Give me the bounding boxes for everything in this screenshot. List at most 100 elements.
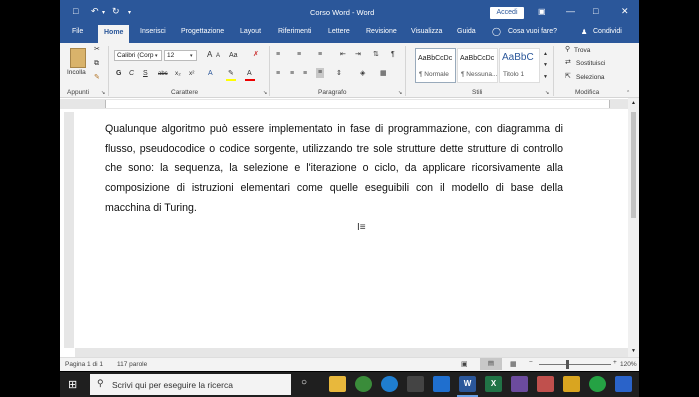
tab-home[interactable]: Home [98,25,130,43]
word-count[interactable]: 117 parole [117,361,147,368]
bullets-icon[interactable]: ≡ [276,51,280,59]
change-case-button[interactable]: Aa [229,52,238,60]
bold-button[interactable]: G [116,70,121,78]
whatsapp-icon[interactable] [589,376,606,392]
horizontal-ruler[interactable] [60,99,639,109]
paste-icon[interactable] [70,48,86,68]
font-color-icon[interactable]: A [247,70,252,78]
tab-layout[interactable]: Layout [240,28,261,35]
excel-icon[interactable]: X [485,376,502,392]
replace-icon[interactable]: ⇄ [565,59,571,67]
tell-me-box[interactable]: Cosa vuoi fare? [508,28,557,35]
superscript-button[interactable]: x² [189,70,194,78]
sign-in-button[interactable]: Accedi [490,7,524,19]
customize-toolbar-icon[interactable]: ▾ [128,9,131,16]
borders-icon[interactable]: ▦ [380,70,387,78]
close-icon[interactable]: ✕ [621,6,629,17]
copy-icon[interactable]: ⧉ [94,60,99,68]
onenote-icon[interactable] [511,376,528,392]
tab-mailings[interactable]: Lettere [328,28,350,35]
tab-references[interactable]: Riferimenti [278,28,311,35]
scroll-up-icon[interactable]: ▲ [631,100,636,106]
scroll-down-icon[interactable]: ▼ [631,348,636,354]
zoom-out-icon[interactable]: − [529,359,533,366]
line-spacing-icon[interactable]: ⇕ [336,70,342,78]
styles-launcher-icon[interactable]: ↘ [545,89,549,97]
task-view-icon[interactable]: ○ [301,377,307,388]
underline-button[interactable]: S [143,70,148,78]
powerpoint-icon[interactable] [537,376,554,392]
paragraph-launcher-icon[interactable]: ↘ [398,89,402,97]
tab-file[interactable]: File [72,28,83,35]
select-icon[interactable]: ⇱ [565,73,571,81]
file-explorer-icon[interactable] [329,376,346,392]
sort-icon[interactable]: ⇅ [373,51,379,59]
windows-start-icon[interactable]: ⊞ [68,378,77,391]
align-left-icon[interactable]: ≡ [276,70,280,78]
tab-review[interactable]: Revisione [366,28,397,35]
tab-insert[interactable]: Inserisci [140,28,166,35]
app-icon[interactable] [615,376,632,392]
page-count[interactable]: Pagina 1 di 1 [65,361,103,368]
edge-icon[interactable] [381,376,398,392]
ribbon-display-icon[interactable]: ▣ [538,7,546,16]
zoom-in-icon[interactable]: + [613,359,617,366]
scrollbar-thumb[interactable] [631,112,636,218]
taskbar-search[interactable]: ⚲ Scrivi qui per eseguire la ricerca [90,374,291,395]
styles-up-icon[interactable]: ▲ [543,50,548,58]
chevron-down-icon[interactable]: ▾ [102,9,105,16]
justify-icon[interactable]: ≡ [316,68,325,78]
tab-design[interactable]: Progettazione [181,28,224,35]
format-painter-icon[interactable]: ✎ [94,74,100,82]
style-heading-1[interactable]: AaBbC Titolo 1 [499,48,540,83]
read-mode-icon[interactable]: ▣ [461,360,468,368]
paste-button[interactable]: Incolla [67,69,86,77]
text-effects-icon[interactable]: A [208,70,213,78]
share-button[interactable]: Condividi [593,28,622,35]
chevron-down-icon[interactable]: ▾ [190,52,193,60]
zoom-slider-thumb[interactable] [566,360,569,369]
grow-font-button[interactable]: A [207,51,212,59]
cut-icon[interactable]: ✂ [94,46,100,54]
tab-help[interactable]: Guida [457,28,476,35]
vertical-scrollbar[interactable]: ▲ ▼ [628,98,639,357]
web-layout-icon[interactable]: ▦ [510,360,517,368]
sticky-notes-icon[interactable] [563,376,580,392]
strikethrough-button[interactable]: abc [158,70,168,78]
redo-icon[interactable]: ↻ [112,6,120,17]
styles-more-icon[interactable]: ▼ [543,73,548,81]
numbering-icon[interactable]: ≡ [297,51,301,59]
style-normal[interactable]: AaBbCcDc ¶ Normale [415,48,456,83]
maximize-icon[interactable]: □ [593,6,598,16]
show-marks-icon[interactable]: ¶ [391,51,395,59]
style-no-spacing[interactable]: AaBbCcDc ¶ Nessuna... [457,48,498,83]
clear-formatting-icon[interactable]: ✗ [253,51,259,59]
minimize-icon[interactable]: — [566,6,575,16]
print-layout-icon[interactable]: ▤ [480,358,502,370]
collapse-ribbon-icon[interactable]: ⌃ [626,89,630,97]
store-icon[interactable] [407,376,424,392]
undo-icon[interactable]: ↶ [91,6,99,17]
shading-icon[interactable]: ◈ [360,70,365,78]
align-right-icon[interactable]: ≡ [303,70,307,78]
italic-button[interactable]: C [129,70,134,78]
document-body[interactable]: Qualunque algoritmo può essere implement… [105,120,563,219]
chevron-down-icon[interactable]: ▾ [155,52,158,60]
clipboard-launcher-icon[interactable]: ↘ [101,89,105,97]
font-launcher-icon[interactable]: ↘ [263,89,267,97]
decrease-indent-icon[interactable]: ⇤ [340,51,346,59]
word-icon[interactable]: W [459,376,476,392]
zoom-level[interactable]: 120% [620,361,637,368]
vertical-ruler[interactable] [64,112,74,348]
document-page[interactable]: Qualunque algoritmo può essere implement… [75,109,628,348]
find-icon[interactable]: ⚲ [565,46,570,54]
multilevel-list-icon[interactable]: ≡ [318,51,322,59]
shrink-font-button[interactable]: A [216,52,220,60]
highlight-icon[interactable]: ✎ [228,70,234,78]
zoom-slider[interactable] [539,364,611,365]
increase-indent-icon[interactable]: ⇥ [355,51,361,59]
save-icon[interactable]: □ [73,6,78,16]
align-center-icon[interactable]: ≡ [290,70,294,78]
find-button[interactable]: Trova [574,47,590,55]
select-button[interactable]: Seleziona [576,74,605,82]
